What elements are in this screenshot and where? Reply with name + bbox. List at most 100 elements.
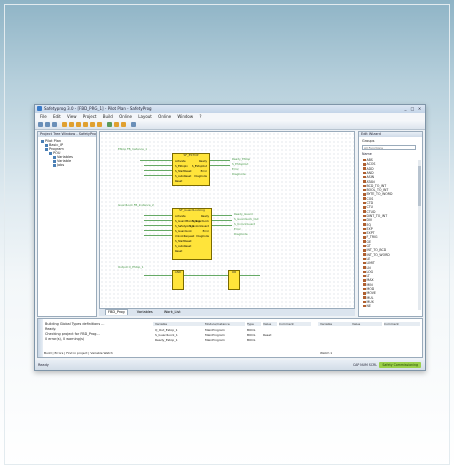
minimize-button[interactable]: _ bbox=[402, 106, 409, 111]
table-cell[interactable]: Q_Out_Estop_1 bbox=[155, 328, 178, 332]
online-icon[interactable] bbox=[90, 122, 95, 127]
group-filter-select[interactable]: All Functions bbox=[362, 145, 416, 150]
fbd-diagram-canvas[interactable]: EStop FB_Instance_1 SF_ESTOP Activate S_… bbox=[99, 131, 355, 309]
col-module[interactable]: Module/Instance bbox=[205, 322, 245, 326]
maximize-button[interactable]: □ bbox=[409, 106, 416, 111]
function-block-and[interactable]: AND bbox=[172, 270, 184, 290]
wire bbox=[212, 220, 232, 221]
block2-type: SF_GuardLocking bbox=[179, 208, 205, 212]
tab-build[interactable]: Build bbox=[44, 351, 52, 355]
menu-online-2[interactable]: Online bbox=[158, 113, 171, 120]
block2-pin-in: Activate bbox=[175, 215, 186, 218]
message-line: Ready. bbox=[45, 327, 57, 331]
col-type[interactable]: Type bbox=[247, 322, 261, 326]
tab-variable-watch[interactable]: Variable Watch bbox=[90, 351, 112, 355]
tab-fbd-prog[interactable]: FBD_Prog bbox=[105, 309, 128, 315]
table-cell[interactable]: BOOL bbox=[247, 328, 255, 332]
block1-output-label: Ready_EStop bbox=[232, 157, 251, 161]
table-cell[interactable]: BOOL bbox=[247, 338, 255, 342]
library-item[interactable]: NE bbox=[363, 304, 371, 308]
wire bbox=[212, 215, 232, 216]
debug-icon[interactable] bbox=[97, 122, 102, 127]
function-icon bbox=[363, 300, 366, 304]
menu-project[interactable]: Project bbox=[83, 113, 97, 120]
table-cell[interactable]: BOOL bbox=[247, 333, 255, 337]
wire bbox=[144, 170, 172, 171]
block2-pin-out: S_UnlockGuard bbox=[189, 225, 209, 228]
function-block-guardlock[interactable]: SF_GuardLocking Activate S_GuardMonitori… bbox=[172, 208, 212, 260]
editor-tabs: FBD_Prog Variables Work_List bbox=[99, 309, 355, 316]
function-icon bbox=[363, 218, 366, 222]
function-block-estop[interactable]: SF_ESTOP Activate S_EStopIn S_StartReset… bbox=[172, 153, 210, 186]
function-block-or[interactable]: OR bbox=[228, 270, 240, 290]
wire bbox=[240, 275, 260, 276]
menu-online[interactable]: Online bbox=[119, 113, 132, 120]
watch-col-variable[interactable]: Variable bbox=[318, 322, 352, 326]
block2-pin-out: Error bbox=[202, 230, 209, 233]
scrollbar-thumb[interactable] bbox=[418, 166, 421, 206]
watch-col-comment[interactable]: Comment bbox=[384, 322, 420, 326]
block1-pin-in: S_StartReset bbox=[175, 170, 192, 173]
col-value[interactable]: Value bbox=[263, 322, 277, 326]
tab-errors[interactable]: Errors bbox=[54, 351, 63, 355]
window-title: Safetyprog 3.0 - [FBD_PRG_1] - Pilot Pla… bbox=[44, 106, 152, 111]
project-tree-title: Project Tree Window - SafetyProg bbox=[38, 132, 96, 137]
monitor-icon[interactable] bbox=[121, 122, 126, 127]
table-cell[interactable]: Ready_Estop_1 bbox=[155, 338, 178, 342]
table-cell[interactable]: Reset bbox=[263, 333, 271, 337]
stop-icon[interactable] bbox=[114, 122, 119, 127]
wire bbox=[144, 175, 172, 176]
menu-edit[interactable]: Edit bbox=[53, 113, 61, 120]
tab-watch-1[interactable]: Watch 1 bbox=[320, 351, 332, 355]
menu-view[interactable]: View bbox=[67, 113, 77, 120]
tab-variables[interactable]: Variables bbox=[135, 309, 155, 316]
wire bbox=[144, 220, 172, 221]
block1-output-label: S_EStopOut bbox=[232, 162, 249, 166]
scrollbar[interactable] bbox=[418, 160, 421, 310]
zoom-icon[interactable] bbox=[131, 122, 136, 127]
menu-layout[interactable]: Layout bbox=[138, 113, 152, 120]
file-icon bbox=[53, 163, 56, 167]
run-icon[interactable] bbox=[107, 122, 112, 127]
table-cell[interactable]: MainProgram bbox=[205, 333, 225, 337]
watch-col-value[interactable]: Value bbox=[352, 322, 382, 326]
block2-pin-in: Reset bbox=[175, 250, 183, 253]
rebuild-icon[interactable] bbox=[69, 122, 74, 127]
table-cell[interactable]: MainProgram bbox=[205, 338, 225, 342]
col-variable[interactable]: Variable bbox=[153, 322, 205, 326]
block1-pin-out: Ready bbox=[198, 160, 207, 163]
function-icon bbox=[363, 171, 366, 175]
function-icon bbox=[363, 167, 366, 170]
function-icon bbox=[363, 227, 366, 231]
col-comment[interactable]: Comment bbox=[279, 322, 311, 326]
project-tree-panel: Project Tree Window - SafetyProg Pilot P… bbox=[37, 131, 97, 317]
block1-output-label: DiagCode bbox=[232, 172, 246, 176]
save-icon[interactable] bbox=[52, 122, 57, 127]
edit-wizard-title: Edit Wizard bbox=[359, 132, 422, 137]
block2-pin-in: S_AutoReset bbox=[175, 245, 192, 248]
tree-item-jobs[interactable]: Jobs bbox=[53, 163, 64, 167]
block1-pin-out: DiagCode bbox=[194, 175, 207, 178]
menu-build[interactable]: Build bbox=[103, 113, 113, 120]
function-icon bbox=[363, 240, 366, 243]
name-column-header: Name bbox=[362, 152, 372, 156]
tab-find[interactable]: Find in project bbox=[66, 351, 87, 355]
tab-work-list[interactable]: Work_List bbox=[162, 309, 183, 316]
menu-help[interactable]: ? bbox=[199, 113, 201, 120]
open-icon[interactable] bbox=[45, 122, 50, 127]
table-cell[interactable]: MainProgram bbox=[205, 328, 225, 332]
folder-icon bbox=[49, 151, 52, 155]
table-cell[interactable]: S_GuardLock_1 bbox=[155, 333, 178, 337]
messages-sidebar bbox=[38, 319, 43, 357]
menu-file[interactable]: File bbox=[40, 113, 47, 120]
compile-icon[interactable] bbox=[76, 122, 81, 127]
build-icon[interactable] bbox=[62, 122, 67, 127]
close-button[interactable]: × bbox=[416, 106, 423, 111]
menu-window[interactable]: Window bbox=[177, 113, 193, 120]
new-icon[interactable] bbox=[38, 122, 43, 127]
block1-pin-out: S_EStopOut bbox=[191, 165, 207, 168]
wire bbox=[210, 165, 230, 166]
function-icon bbox=[363, 261, 366, 265]
download-icon[interactable] bbox=[83, 122, 88, 127]
function-icon bbox=[363, 283, 366, 286]
